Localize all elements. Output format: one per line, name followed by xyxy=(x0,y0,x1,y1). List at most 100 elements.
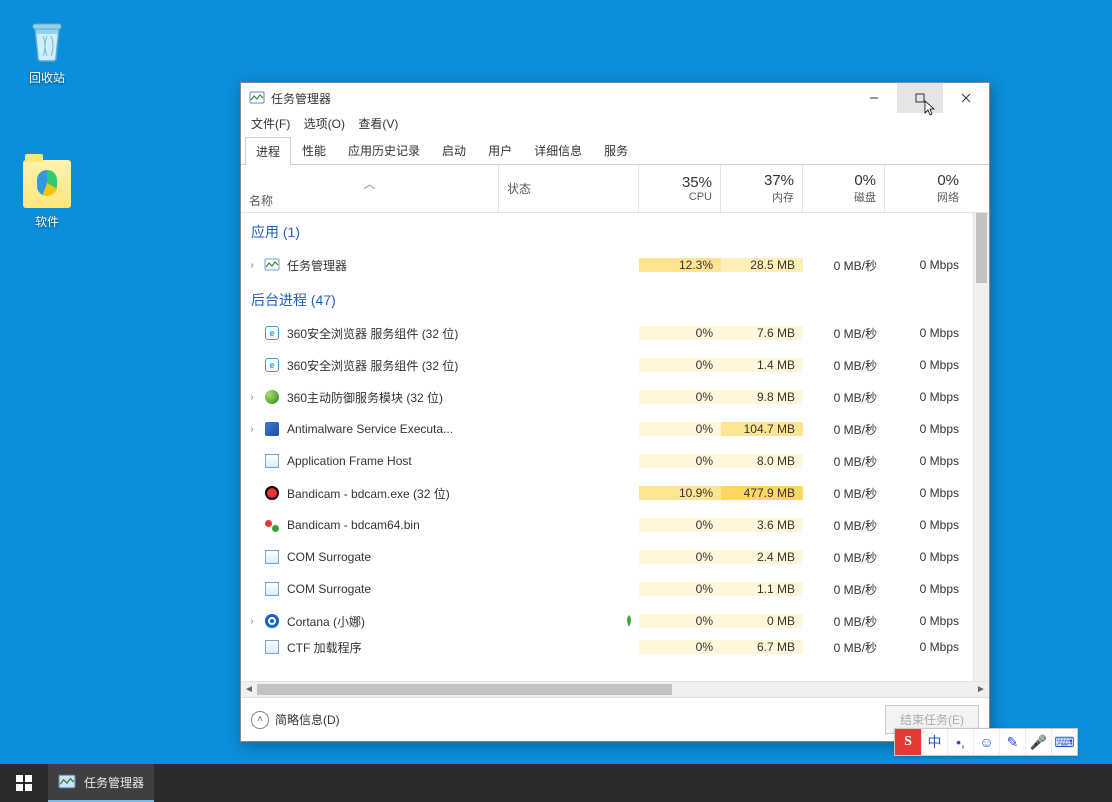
process-cpu: 0% xyxy=(639,358,721,372)
process-row[interactable]: COM Surrogate 0% 2.4 MB 0 MB/秒 0 Mbps xyxy=(241,541,973,573)
column-disk[interactable]: 0%磁盘 xyxy=(803,165,885,212)
ime-punctuation-button[interactable]: •, xyxy=(947,729,973,755)
tab-performance[interactable]: 性能 xyxy=(291,136,337,164)
process-memory: 477.9 MB xyxy=(721,486,803,500)
process-row[interactable]: CTF 加载程序 0% 6.7 MB 0 MB/秒 0 Mbps xyxy=(241,637,973,657)
ime-voice-button[interactable]: 🎤 xyxy=(1025,729,1051,755)
process-row[interactable]: e 360安全浏览器 服务组件 (32 位) 0% 7.6 MB 0 MB/秒 … xyxy=(241,317,973,349)
menu-file[interactable]: 文件(F) xyxy=(247,115,294,133)
ime-chinese-button[interactable]: 中 xyxy=(921,729,947,755)
process-row[interactable]: COM Surrogate 0% 1.1 MB 0 MB/秒 0 Mbps xyxy=(241,573,973,605)
process-memory: 0 MB xyxy=(721,614,803,628)
process-name: CTF 加载程序 xyxy=(287,639,362,656)
process-network: 0 Mbps xyxy=(885,390,967,404)
process-network: 0 Mbps xyxy=(885,640,967,654)
desktop-recycle-bin[interactable]: 回收站 xyxy=(10,16,84,86)
recycle-bin-icon xyxy=(23,16,71,64)
column-cpu[interactable]: 35%CPU xyxy=(639,165,721,212)
process-row[interactable]: Bandicam - bdcam64.bin 0% 3.6 MB 0 MB/秒 … xyxy=(241,509,973,541)
process-network: 0 Mbps xyxy=(885,486,967,500)
process-disk: 0 MB/秒 xyxy=(803,613,885,630)
scroll-thumb[interactable] xyxy=(257,684,672,695)
process-row[interactable]: › 任务管理器 12.3% 28.5 MB 0 MB/秒 0 Mbps xyxy=(241,249,973,281)
cursor-icon xyxy=(923,100,937,118)
process-cpu: 0% xyxy=(639,550,721,564)
close-button[interactable] xyxy=(943,83,989,113)
desktop-software-folder[interactable]: 软件 xyxy=(10,160,84,230)
scrollbar-vertical[interactable] xyxy=(973,213,989,681)
process-memory: 7.6 MB xyxy=(721,326,803,340)
process-memory: 6.7 MB xyxy=(721,640,803,654)
maximize-button[interactable] xyxy=(897,83,943,113)
process-name: 任务管理器 xyxy=(287,257,347,274)
process-row[interactable]: Application Frame Host 0% 8.0 MB 0 MB/秒 … xyxy=(241,445,973,477)
minimize-button[interactable] xyxy=(851,83,897,113)
process-icon xyxy=(263,613,281,629)
window-footer: ˄ 简略信息(D) 结束任务(E) xyxy=(241,697,989,741)
process-icon xyxy=(263,639,281,655)
column-headers: ︿ 名称 状态 35%CPU 37%内存 0%磁盘 0%网络 xyxy=(241,165,989,213)
start-button[interactable] xyxy=(0,764,48,802)
process-icon xyxy=(263,389,281,405)
process-status xyxy=(499,615,639,627)
process-name: COM Surrogate xyxy=(287,550,371,564)
process-memory: 9.8 MB xyxy=(721,390,803,404)
process-icon xyxy=(263,517,281,533)
scrollbar-horizontal[interactable]: ◄ ► xyxy=(241,681,989,697)
menubar: 文件(F) 选项(O) 查看(V) xyxy=(241,113,989,136)
column-status[interactable]: 状态 xyxy=(499,165,639,212)
task-manager-icon xyxy=(58,773,76,791)
process-row[interactable]: › Antimalware Service Executa... 0% 104.… xyxy=(241,413,973,445)
tab-services[interactable]: 服务 xyxy=(593,136,639,164)
titlebar[interactable]: 任务管理器 xyxy=(241,83,989,113)
group-header-apps: 应用 (1) xyxy=(241,213,973,249)
taskbar-item-task-manager[interactable]: 任务管理器 xyxy=(48,764,154,802)
expand-toggle[interactable]: › xyxy=(241,616,263,627)
ime-keyboard-button[interactable]: ⌨ xyxy=(1051,729,1077,755)
process-row[interactable]: e 360安全浏览器 服务组件 (32 位) 0% 1.4 MB 0 MB/秒 … xyxy=(241,349,973,381)
column-network[interactable]: 0%网络 xyxy=(885,165,967,212)
leaf-icon xyxy=(625,615,633,627)
process-disk: 0 MB/秒 xyxy=(803,357,885,374)
scroll-thumb[interactable] xyxy=(976,213,987,283)
group-header-background: 后台进程 (47) xyxy=(241,281,973,317)
process-disk: 0 MB/秒 xyxy=(803,421,885,438)
process-cpu: 0% xyxy=(639,454,721,468)
process-icon xyxy=(263,421,281,437)
menu-options[interactable]: 选项(O) xyxy=(300,115,349,133)
process-disk: 0 MB/秒 xyxy=(803,549,885,566)
ime-handwriting-button[interactable]: ✎ xyxy=(999,729,1025,755)
chevron-up-icon: ˄ xyxy=(251,711,269,729)
ime-toolbar[interactable]: S 中 •, ☺ ✎ 🎤 ⌨ xyxy=(894,728,1078,756)
process-cpu: 12.3% xyxy=(639,258,721,272)
tabs: 进程 性能 应用历史记录 启动 用户 详细信息 服务 xyxy=(241,136,989,165)
tab-processes[interactable]: 进程 xyxy=(245,137,291,165)
expand-toggle[interactable]: › xyxy=(241,424,263,435)
scroll-left-arrow[interactable]: ◄ xyxy=(241,682,257,698)
expand-toggle[interactable]: › xyxy=(241,260,263,271)
process-icon: e xyxy=(263,325,281,341)
process-disk: 0 MB/秒 xyxy=(803,453,885,470)
column-name[interactable]: ︿ 名称 xyxy=(241,165,499,212)
ime-emoji-button[interactable]: ☺ xyxy=(973,729,999,755)
scroll-right-arrow[interactable]: ► xyxy=(973,682,989,698)
tab-users[interactable]: 用户 xyxy=(477,136,523,164)
process-name: Application Frame Host xyxy=(287,454,412,468)
process-row[interactable]: › Cortana (小娜) 0% 0 MB 0 MB/秒 0 Mbps xyxy=(241,605,973,637)
expand-toggle[interactable]: › xyxy=(241,392,263,403)
process-cpu: 0% xyxy=(639,614,721,628)
tab-app-history[interactable]: 应用历史记录 xyxy=(337,136,431,164)
process-row[interactable]: › 360主动防御服务模块 (32 位) 0% 9.8 MB 0 MB/秒 0 … xyxy=(241,381,973,413)
process-cpu: 0% xyxy=(639,390,721,404)
column-memory[interactable]: 37%内存 xyxy=(721,165,803,212)
process-name: Bandicam - bdcam.exe (32 位) xyxy=(287,485,450,502)
process-row[interactable]: Bandicam - bdcam.exe (32 位) 10.9% 477.9 … xyxy=(241,477,973,509)
tab-startup[interactable]: 启动 xyxy=(431,136,477,164)
sogou-icon[interactable]: S xyxy=(895,729,921,755)
fewer-details-button[interactable]: ˄ 简略信息(D) xyxy=(251,711,340,729)
menu-view[interactable]: 查看(V) xyxy=(354,115,402,133)
tab-details[interactable]: 详细信息 xyxy=(523,136,593,164)
process-memory: 8.0 MB xyxy=(721,454,803,468)
process-icon: e xyxy=(263,357,281,373)
process-disk: 0 MB/秒 xyxy=(803,325,885,342)
